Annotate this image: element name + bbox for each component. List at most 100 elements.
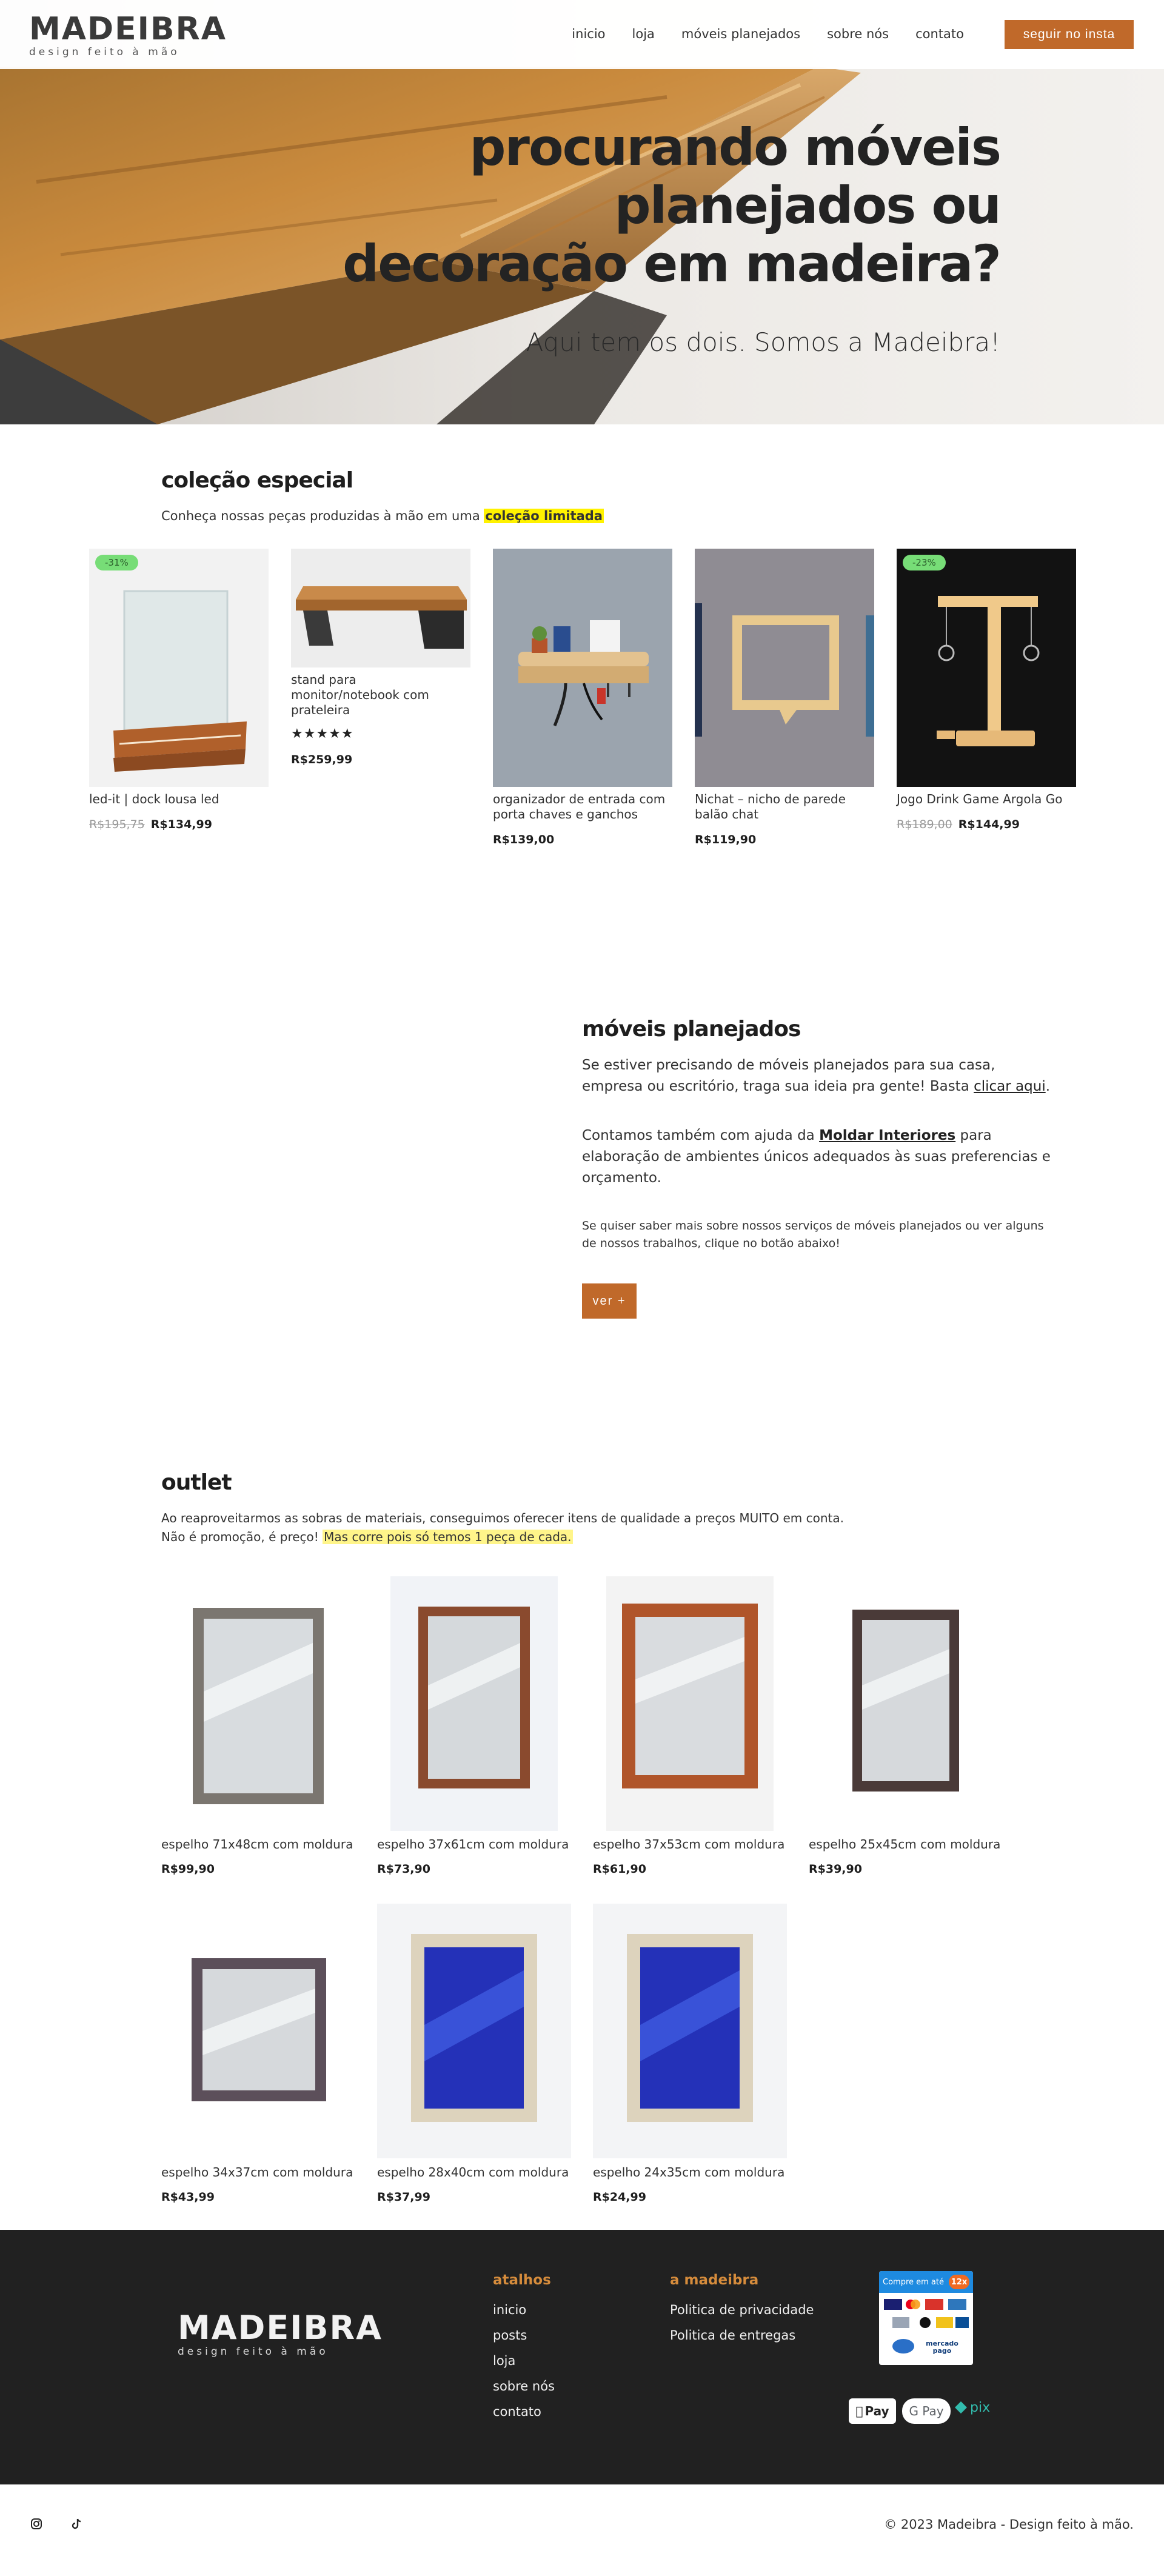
outlet-line-1: Ao reaproveitarmos as sobras de materiai… [161,1511,844,1525]
pay-card-installments: 12x [949,2275,969,2289]
product-image-stand-monitor[interactable] [291,549,470,667]
moveis-paragraph-3: Se quiser saber mais sobre nossos serviç… [582,1219,1044,1250]
logo-word: MADEIBRA [29,11,227,47]
product-price: R$43,99 [161,2190,215,2204]
colecao-title: coleção especial [161,468,353,493]
product-price: R$73,90 [377,1862,430,1876]
current-price: R$134,99 [150,818,212,831]
colecao-text-pre: Conheça nossas peças produzidas à mão em… [161,509,484,523]
product-price: R$99,90 [161,1862,215,1876]
product-image-drink-game[interactable]: -23% [897,549,1076,787]
madeibra-title: a madeibra [670,2272,759,2288]
footer-link-loja[interactable]: loja [493,2354,515,2368]
moldar-interiores-link[interactable]: Moldar Interiores [819,1128,955,1143]
product-image-espelho-24x35[interactable] [593,1904,787,2158]
product-price: R$61,90 [593,1862,646,1876]
pay-card-header-text: Compre em até [883,2277,944,2287]
old-price: R$189,00 [897,818,952,831]
google-pay-icon: G Pay [902,2398,951,2424]
product-image-espelho-37x53[interactable] [593,1576,787,1831]
footer-link-sobre-nos[interactable]: sobre nós [493,2379,555,2394]
rating-stars: ★★★★★ [291,726,354,741]
product-name[interactable]: espelho 25x45cm com moldura [809,1837,1000,1852]
hero-title: procurando móveis planejados ou decoraçã… [343,118,1002,293]
product-name[interactable]: espelho 37x53cm com moldura [593,1837,784,1852]
footer-link-privacidade[interactable]: Politica de privacidade [670,2303,814,2317]
moveis-p1-text: Se estiver precisando de móveis planejad… [582,1057,995,1094]
product-price: R$139,00 [493,833,555,846]
product-image-espelho-34x37[interactable] [161,1904,355,2158]
footer-logo-tagline: design feito à mão [178,2346,329,2358]
old-price: R$195,75 [89,818,145,831]
product-image-espelho-71x48[interactable] [161,1576,355,1831]
mercado-pago-card: Compre em até 12x mercado pago [879,2271,973,2365]
outlet-highlight: Mas corre pois só temos 1 peça de cada. [323,1530,573,1544]
moveis-paragraph-1: Se estiver precisando de móveis planejad… [582,1055,1055,1097]
product-price: R$39,90 [809,1862,862,1876]
colecao-highlight: coleção limitada [484,509,604,523]
colecao-text: Conheça nossas peças produzidas à mão em… [161,507,604,525]
nav-sobre-nos[interactable]: sobre nós [827,27,889,41]
discount-badge: -23% [903,555,946,570]
product-image-espelho-28x40[interactable] [377,1904,571,2158]
product-price: R$195,75 R$134,99 [89,818,212,831]
atalhos-title: atalhos [493,2272,551,2288]
product-name[interactable]: espelho 37x61cm com moldura [377,1837,569,1852]
product-name[interactable]: led-it | dock lousa led [89,792,269,807]
product-image-espelho-25x45[interactable] [809,1576,1003,1831]
product-image-espelho-37x61[interactable] [377,1576,571,1831]
apple-pay-label: Pay [861,2404,889,2418]
pix-label: pix [970,2400,991,2415]
outlet-title: outlet [161,1470,232,1495]
current-price: R$144,99 [958,818,1020,831]
discount-badge: -31% [95,555,138,570]
product-price: R$24,99 [593,2190,646,2204]
moveis-p2-text: Contamos também com ajuda da [582,1128,820,1143]
moveis-paragraph-2: Contamos também com ajuda da Moldar Inte… [582,1125,1055,1189]
outlet-line-2-text: Não é promoção, é preço! [161,1530,323,1544]
madeibra-logo[interactable]: MADEIBRA design feito à mão [29,13,227,58]
product-name[interactable]: stand para monitor/notebook com pratelei… [291,672,449,718]
product-price: R$259,99 [291,753,353,766]
nav-loja[interactable]: loja [632,27,655,41]
nav-inicio[interactable]: inicio [572,27,605,41]
bottom-bar: © 2023 Madeibra - Design feito à mão. [0,2484,1164,2576]
product-name[interactable]: espelho 28x40cm com moldura [377,2165,569,2180]
product-image-led-it[interactable]: -31% [89,549,269,787]
hero-subtitle: Aqui tem os dois. Somos a Madeibra! [526,327,1000,357]
ver-mais-button[interactable]: ver + [582,1283,637,1319]
logo-tagline: design feito à mão [29,46,180,58]
product-name[interactable]: Nichat – nicho de parede balão chat [695,792,874,822]
footer-link-contato[interactable]: contato [493,2404,541,2419]
footer-link-posts[interactable]: posts [493,2328,527,2343]
site-footer: MADEIBRA design feito à mão atalhos inic… [0,2230,1164,2484]
mercado-pago-label: mercado pago [926,2340,958,2355]
pix-icon: pix [954,2395,990,2420]
seguir-insta-button[interactable]: seguir no insta [1005,20,1134,49]
main-nav: inicio loja móveis planejados sobre nós … [572,27,964,41]
nav-moveis-planejados[interactable]: móveis planejados [681,27,800,41]
product-name[interactable]: organizador de entrada com porta chaves … [493,792,672,822]
moveis-title: móveis planejados [582,1017,801,1042]
product-name[interactable]: espelho 24x35cm com moldura [593,2165,784,2180]
outlet-line-2: Não é promoção, é preço! Mas corre pois … [161,1528,573,1546]
site-header: MADEIBRA design feito à mão inicio loja … [0,0,1164,69]
product-image-nichat[interactable] [695,549,874,787]
product-name[interactable]: espelho 34x37cm com moldura [161,2165,353,2180]
footer-link-inicio[interactable]: inicio [493,2303,526,2317]
moveis-p1-end: . [1045,1079,1051,1094]
product-price: R$189,00 R$144,99 [897,818,1020,831]
footer-logo[interactable]: MADEIBRA design feito à mão [178,2312,383,2358]
clicar-aqui-link[interactable]: clicar aqui [974,1079,1046,1094]
footer-logo-word: MADEIBRA [178,2309,383,2347]
nav-contato[interactable]: contato [915,27,964,41]
product-name[interactable]: Jogo Drink Game Argola Go [897,792,1076,807]
product-price: R$119,90 [695,833,757,846]
footer-link-entregas[interactable]: Politica de entregas [670,2328,795,2343]
product-image-organizador[interactable] [493,549,672,787]
product-price: R$37,99 [377,2190,430,2204]
instagram-icon[interactable] [27,2515,45,2533]
product-name[interactable]: espelho 71x48cm com moldura [161,1837,353,1852]
tiktok-icon[interactable] [68,2515,86,2533]
copyright-text: © 2023 Madeibra - Design feito à mão. [884,2517,1134,2532]
